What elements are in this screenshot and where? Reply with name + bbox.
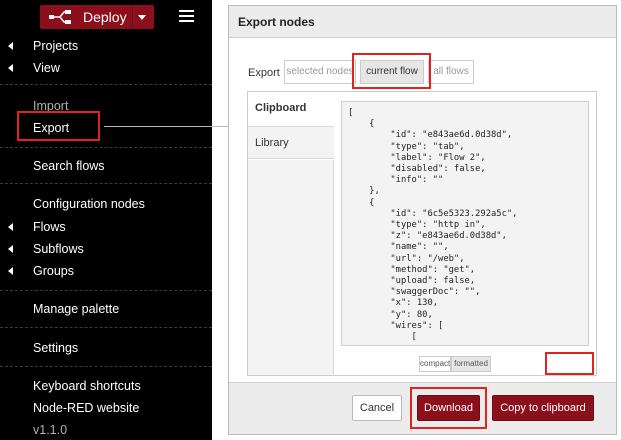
version-label: v1.1.0	[33, 423, 68, 437]
hamburger-menu-icon[interactable]	[179, 10, 194, 22]
menu-item-website[interactable]: Node-RED website	[33, 401, 139, 415]
menu-divider	[0, 147, 212, 148]
scope-all-flows-button[interactable]: all flows	[428, 60, 474, 84]
submenu-arrow-icon	[8, 223, 13, 231]
export-highlight-box	[17, 111, 100, 141]
json-line: "label": "Flow 2",	[348, 152, 486, 163]
submenu-arrow-icon	[8, 267, 13, 275]
json-line: [	[348, 108, 354, 118]
dialog-titlebar: Export nodes	[229, 6, 616, 38]
json-line: "type": "http in",	[348, 220, 486, 230]
json-line: },	[348, 186, 380, 197]
menu-divider	[0, 366, 212, 367]
export-panel: Clipboard Library [ { "id": "e843ae6d.0d…	[247, 91, 597, 376]
menu-divider	[0, 290, 212, 291]
current-flow-highlight-box	[352, 53, 431, 89]
tab-sidebar-background	[248, 160, 334, 375]
menu-item-view[interactable]: View	[33, 61, 60, 75]
chevron-down-icon[interactable]	[138, 15, 146, 20]
formatted-highlight-box	[545, 352, 594, 375]
submenu-arrow-icon	[8, 64, 13, 72]
json-preview[interactable]: [ { "id": "e843ae6d.0d38d", "type": "tab…	[341, 101, 589, 346]
export-dialog: Export nodes Export selected nodes curre…	[228, 5, 617, 435]
json-line: "swaggerDoc": "",	[348, 287, 481, 298]
json-line: "upload": false,	[348, 276, 476, 286]
export-scope-label: Export	[248, 67, 280, 79]
menu-divider	[0, 84, 212, 85]
menu-item-settings[interactable]: Settings	[33, 341, 78, 355]
json-line: "wires": [	[348, 320, 444, 331]
download-highlight-box	[410, 387, 487, 429]
menu-item-flows[interactable]: Flows	[33, 220, 66, 234]
json-line: "id": "6c5e5323.292a5c",	[348, 208, 518, 219]
menu-item-subflows[interactable]: Subflows	[33, 242, 84, 256]
tab-clipboard[interactable]: Clipboard	[248, 92, 334, 125]
json-line: "info": ""	[348, 175, 444, 186]
menu-item-search-flows[interactable]: Search flows	[33, 159, 105, 173]
copy-to-clipboard-button[interactable]: Copy to clipboard	[492, 395, 594, 421]
json-line: [	[348, 332, 417, 342]
json-line: "z": "e843ae6d.0d38d",	[348, 231, 507, 242]
menu-item-manage-palette[interactable]: Manage palette	[33, 302, 119, 316]
json-line: "y": 80,	[348, 309, 433, 320]
json-line: "x": 130,	[348, 298, 439, 309]
deploy-button[interactable]: Deploy	[40, 5, 154, 29]
deploy-icon	[49, 10, 71, 24]
json-line: "type": "tab",	[348, 141, 465, 152]
deploy-label: Deploy	[83, 9, 127, 25]
menu-divider	[0, 327, 212, 328]
compact-toggle-button[interactable]: compact	[419, 356, 451, 372]
json-line: "disabled": false,	[348, 164, 486, 174]
cancel-button[interactable]: Cancel	[352, 395, 402, 421]
json-line: "method": "get",	[348, 264, 476, 275]
formatted-toggle-button[interactable]: formatted	[451, 356, 491, 372]
deploy-divider	[132, 5, 133, 29]
json-line: {	[348, 197, 375, 208]
tab-library[interactable]: Library	[248, 126, 334, 159]
json-line: "name": "",	[348, 242, 449, 253]
menu-item-projects[interactable]: Projects	[33, 39, 78, 53]
menu-item-groups[interactable]: Groups	[33, 264, 74, 278]
scope-selected-nodes-button[interactable]: selected nodes	[284, 60, 356, 84]
menu-divider	[0, 183, 212, 184]
main-menu: Deploy Projects View Import Export Searc…	[0, 0, 212, 440]
menu-item-keyboard-shortcuts[interactable]: Keyboard shortcuts	[33, 379, 141, 393]
connector-line	[104, 126, 234, 127]
submenu-arrow-icon	[8, 42, 13, 50]
json-line: {	[348, 119, 375, 130]
menu-item-configuration-nodes[interactable]: Configuration nodes	[33, 197, 145, 211]
json-line: "url": "/web",	[348, 253, 465, 264]
submenu-arrow-icon	[8, 245, 13, 253]
json-line: "id": "e843ae6d.0d38d",	[348, 130, 513, 141]
dialog-title: Export nodes	[238, 15, 315, 29]
